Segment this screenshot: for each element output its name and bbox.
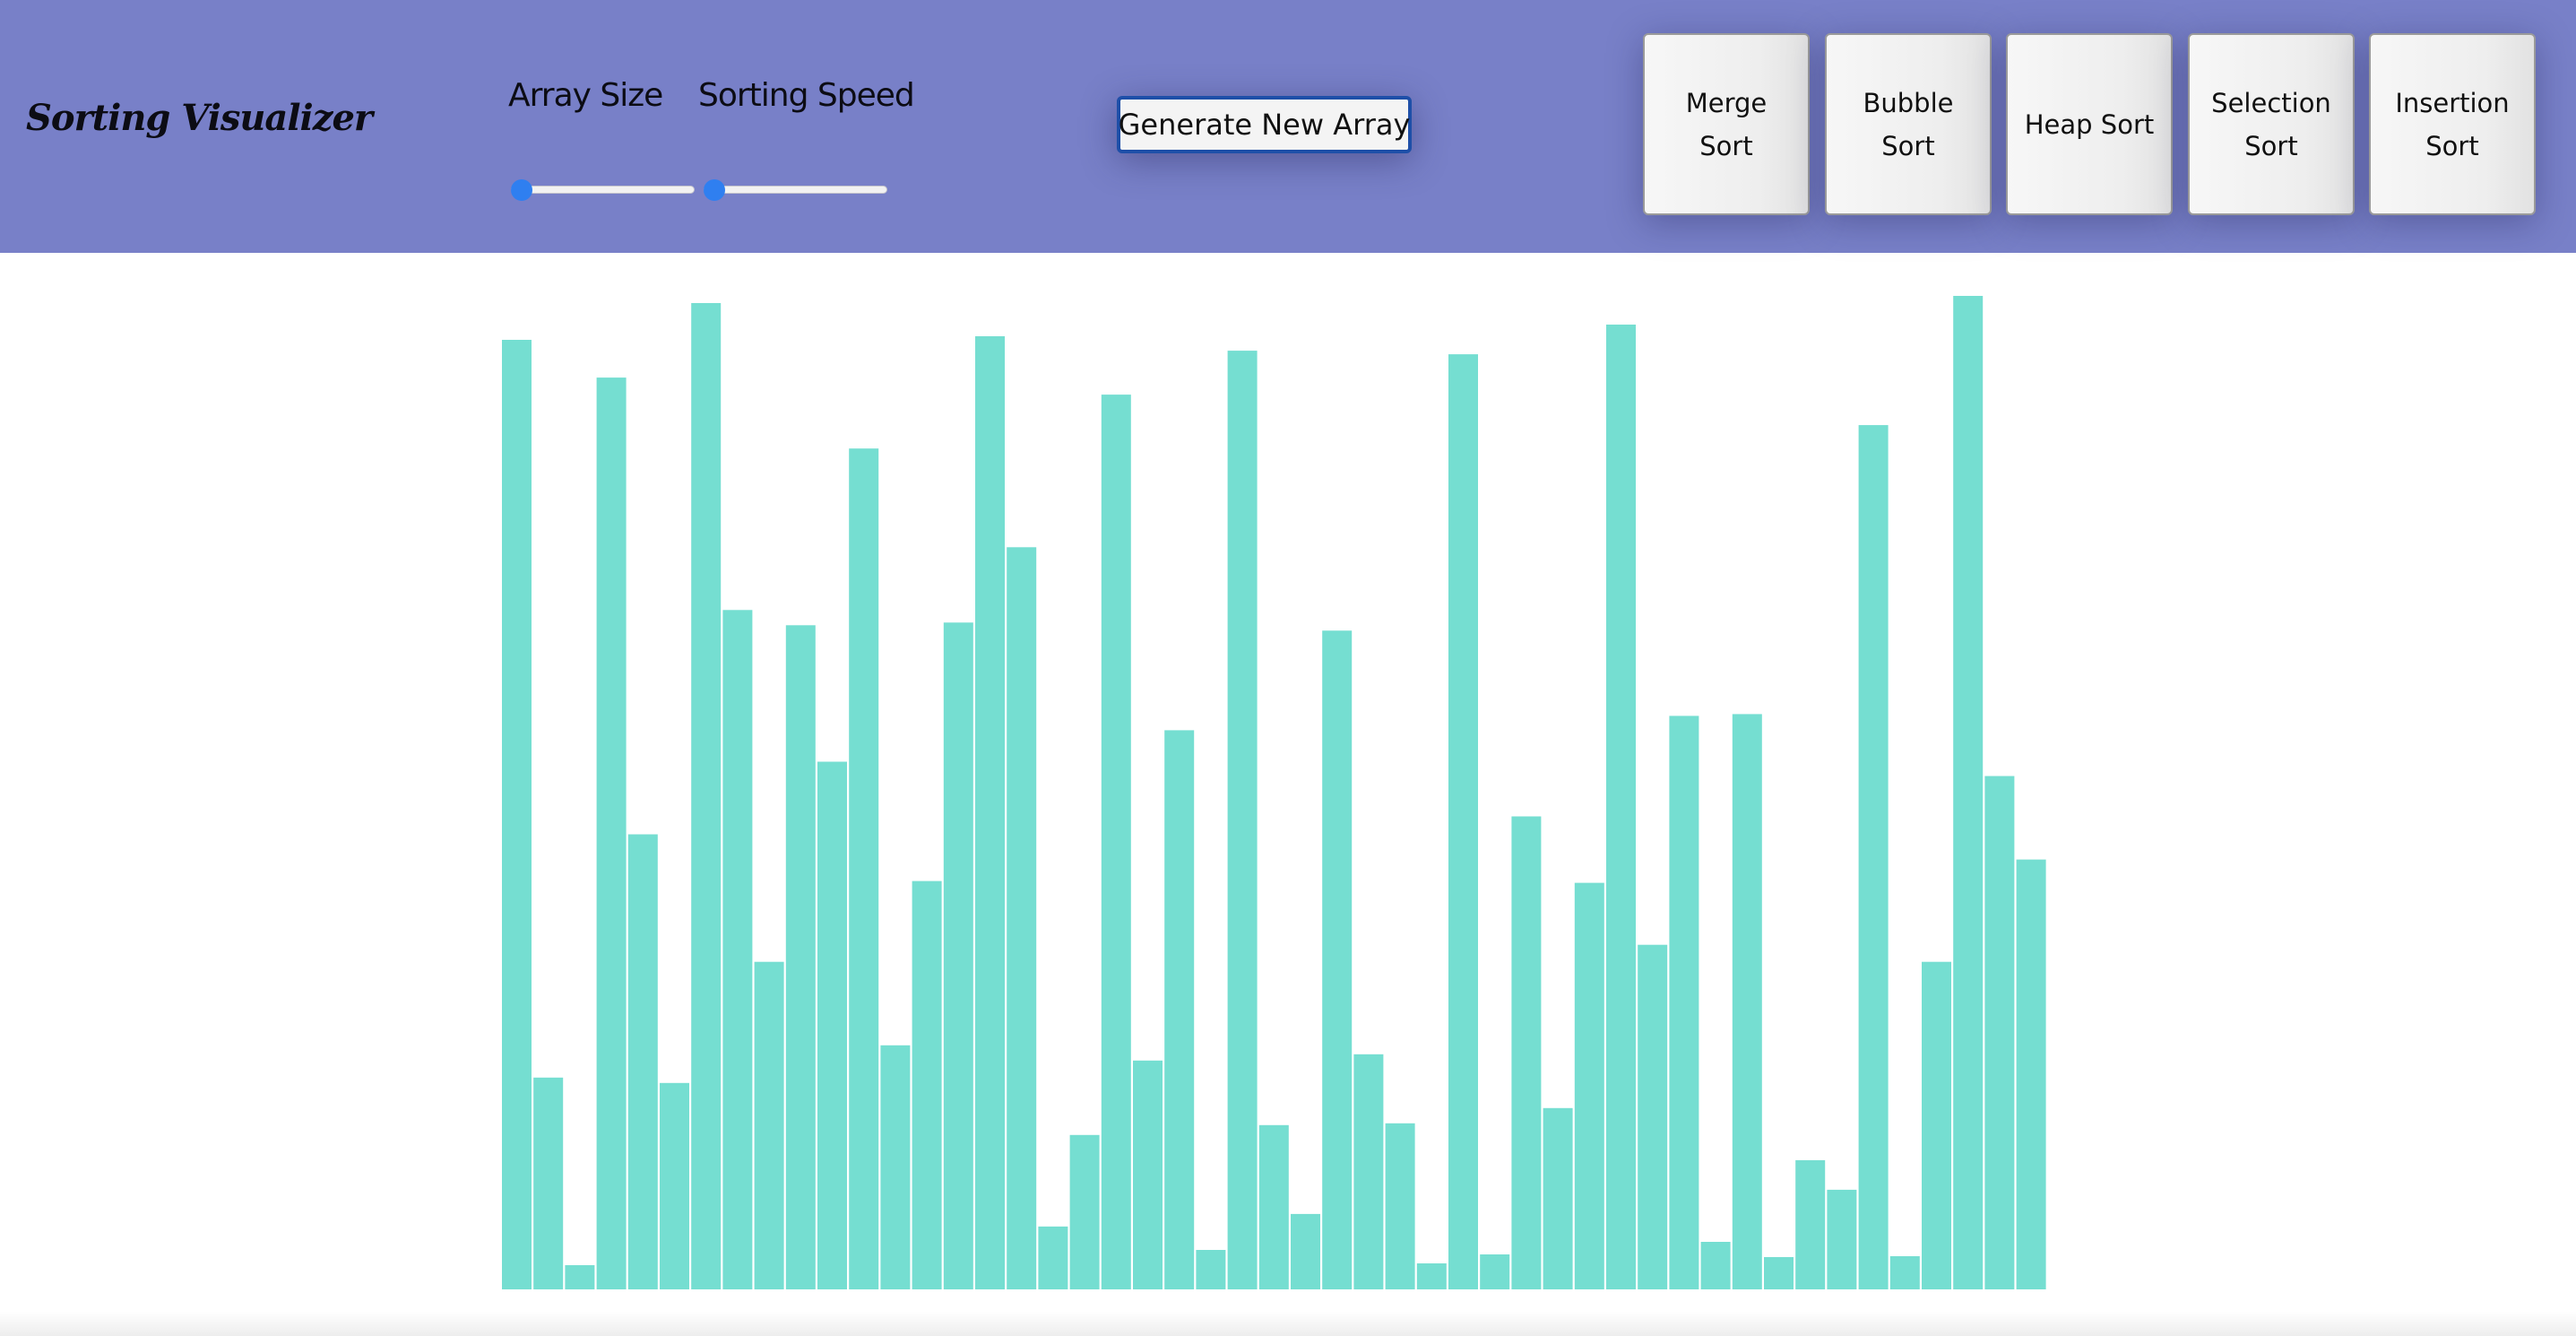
array-bar xyxy=(785,625,816,1289)
footer-shadow xyxy=(0,1311,2576,1336)
page: Sorting Visualizer Array Size Sorting Sp… xyxy=(0,0,2576,1336)
array-bar xyxy=(1795,1159,1826,1289)
array-bar xyxy=(1133,1060,1163,1289)
array-bar xyxy=(1322,630,1353,1289)
array-bar xyxy=(691,303,722,1289)
array-bars-chart xyxy=(502,296,2046,1290)
array-bar xyxy=(912,881,942,1289)
array-bar xyxy=(1353,1054,1384,1289)
array-bar xyxy=(1291,1213,1320,1289)
array-bar xyxy=(1638,944,1668,1289)
array-bar xyxy=(1007,547,1037,1289)
array-bar xyxy=(1764,1257,1794,1289)
array-bar xyxy=(1258,1124,1289,1289)
array-bar xyxy=(1953,296,1984,1289)
array-bar xyxy=(754,961,784,1289)
array-bar xyxy=(1416,1263,1447,1289)
array-bar xyxy=(817,761,847,1289)
array-bar xyxy=(1480,1254,1510,1289)
array-bar xyxy=(565,1265,595,1289)
array-bar xyxy=(1069,1134,1100,1289)
array-bar xyxy=(880,1045,911,1289)
array-bar xyxy=(502,340,532,1289)
array-bar xyxy=(1700,1242,1731,1289)
array-bar xyxy=(1984,776,2015,1289)
array-bar xyxy=(627,834,658,1289)
array-bar xyxy=(2016,859,2046,1289)
array-bar xyxy=(1101,395,1131,1290)
array-bar xyxy=(1385,1123,1415,1289)
array-bar xyxy=(1227,351,1258,1290)
array-bar xyxy=(1732,714,1762,1289)
array-bar xyxy=(722,610,753,1289)
array-bar xyxy=(1164,730,1195,1289)
array-bar xyxy=(1574,882,1604,1289)
array-bar xyxy=(1669,716,1699,1289)
array-bar xyxy=(1889,1256,1920,1289)
array-bar xyxy=(849,448,879,1289)
array-bar xyxy=(1922,961,1951,1289)
array-bar xyxy=(596,377,627,1290)
array-bar xyxy=(1858,425,1889,1290)
array-bar xyxy=(975,336,1005,1289)
array-bar xyxy=(660,1082,689,1289)
array-bar xyxy=(1511,816,1542,1289)
array-bar xyxy=(943,622,973,1289)
array-bar xyxy=(1543,1107,1573,1289)
array-bar xyxy=(1448,354,1478,1290)
array-bar xyxy=(1038,1226,1068,1289)
array-bar xyxy=(1196,1250,1226,1289)
array-bar xyxy=(1827,1189,1857,1289)
array-bar xyxy=(1606,325,1636,1289)
array-bar xyxy=(533,1077,564,1289)
